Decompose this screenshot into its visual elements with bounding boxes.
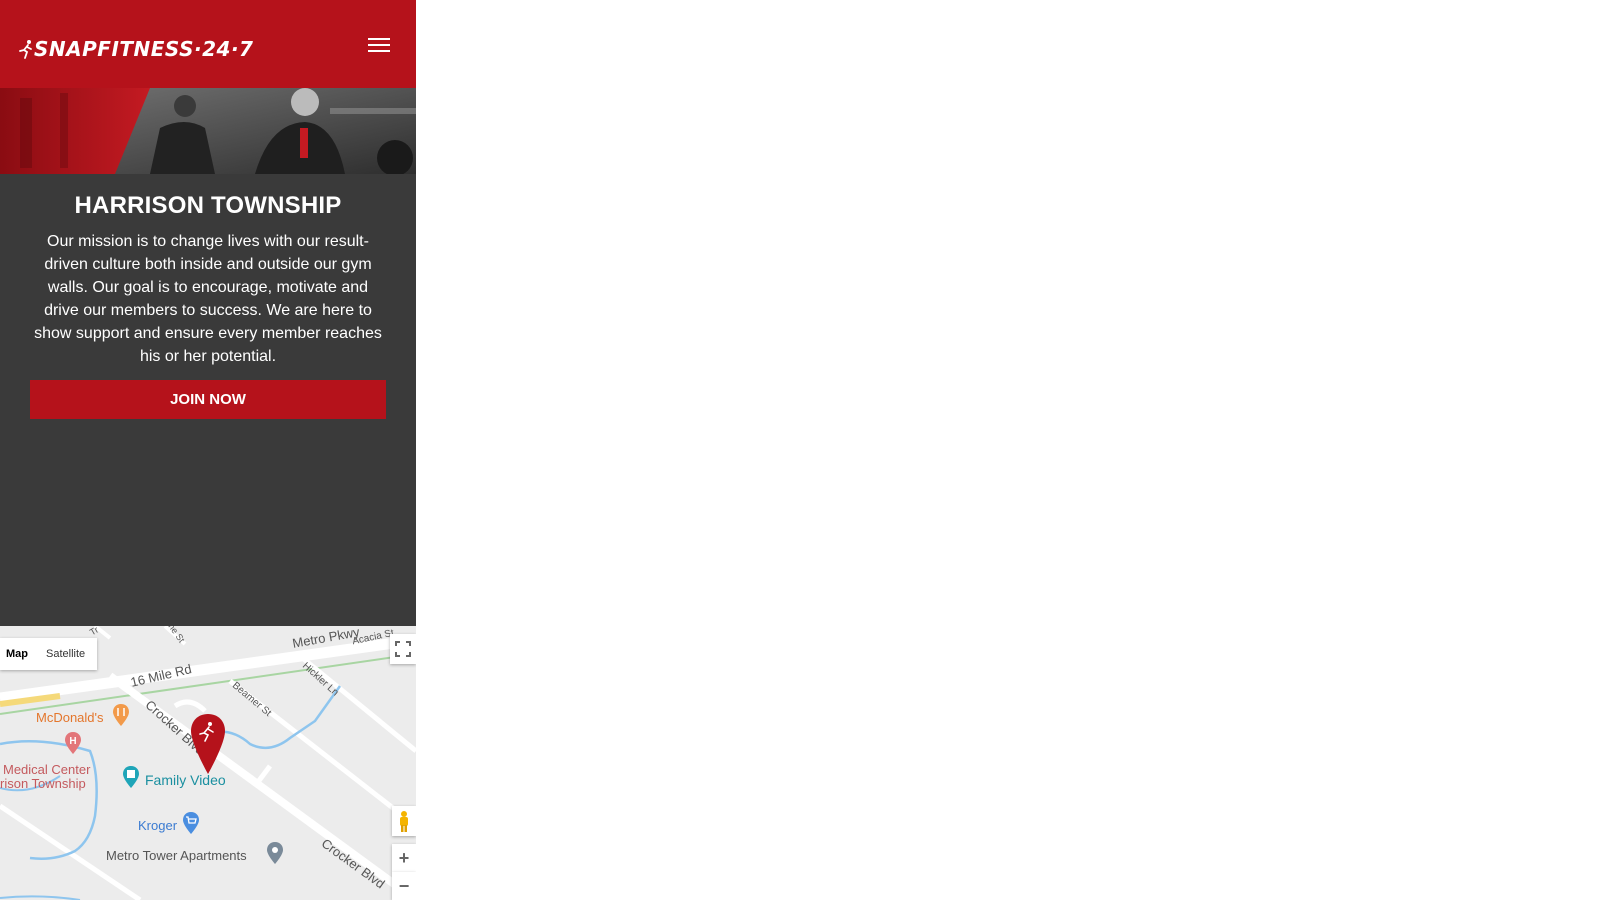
place-label-mcdonalds[interactable]: McDonald's xyxy=(36,710,104,725)
map-type-satellite-button[interactable]: Satellite xyxy=(34,638,97,670)
gym-members-photo xyxy=(0,88,416,174)
pegman-icon xyxy=(400,811,408,832)
hamburger-menu-icon[interactable] xyxy=(364,34,394,56)
apartment-pin-icon[interactable] xyxy=(266,842,284,864)
location-info: HARRISON TOWNSHIP Our mission is to chan… xyxy=(0,174,416,626)
hospital-icon[interactable]: H xyxy=(64,732,82,754)
svg-text:H: H xyxy=(69,736,76,747)
zoom-in-icon: + xyxy=(398,847,410,868)
place-label-family-video[interactable]: Family Video xyxy=(145,772,226,788)
mission-text: Our mission is to change lives with our … xyxy=(34,233,382,365)
runner-logo-icon xyxy=(19,40,32,59)
gym-location-pin-icon[interactable] xyxy=(191,714,225,774)
place-label-medical-center[interactable]: Medical Center xyxy=(3,762,90,777)
zoom-out-button[interactable]: − xyxy=(392,872,416,900)
site-header: SNAPFITNESS·24·7 xyxy=(0,0,416,88)
street-view-pegman-button[interactable] xyxy=(392,806,416,836)
zoom-out-icon: − xyxy=(398,875,410,896)
fullscreen-icon xyxy=(395,641,411,657)
location-map[interactable]: Metro Pkwy Acacia St 16 Mile Rd Hickler … xyxy=(0,626,416,900)
main-column: SNAPFITNESS·24·7 HARRISON TOWNSHIP Our m… xyxy=(0,0,416,900)
grocery-store-icon[interactable] xyxy=(182,812,200,834)
join-now-button[interactable]: JOIN NOW xyxy=(30,380,386,419)
brand-logo[interactable]: SNAPFITNESS·24·7 xyxy=(18,36,268,62)
hero-image xyxy=(0,88,416,174)
zoom-in-button[interactable]: + xyxy=(392,844,416,872)
brand-logo-text: SNAPFITNESS·24·7 xyxy=(34,37,254,61)
video-store-icon[interactable] xyxy=(122,766,140,788)
place-label-kroger[interactable]: Kroger xyxy=(138,818,177,833)
map-type-control: Map Satellite xyxy=(0,638,98,670)
place-label-metro-tower[interactable]: Metro Tower Apartments xyxy=(106,848,247,863)
page-title: HARRISON TOWNSHIP xyxy=(74,192,342,219)
fullscreen-button[interactable] xyxy=(390,634,416,664)
map-type-map-button[interactable]: Map xyxy=(0,638,34,670)
restaurant-icon[interactable] xyxy=(112,704,130,726)
place-label-harrison-township[interactable]: rison Township xyxy=(0,776,86,791)
